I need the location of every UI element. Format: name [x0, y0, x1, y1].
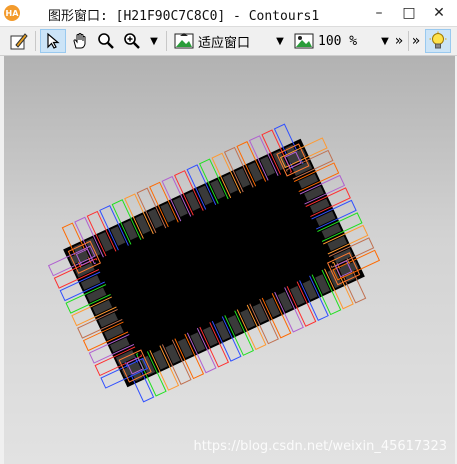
pencil-icon: [10, 33, 28, 50]
fit-window-label[interactable]: 适应窗口: [198, 29, 268, 53]
hand-icon: [73, 33, 86, 49]
pan-tool-button[interactable]: [68, 29, 92, 53]
image-zoom-icon: [294, 33, 314, 49]
zoom-percent-icon-button[interactable]: [292, 29, 316, 53]
watermark-text: https://blog.csdn.net/weixin_45617323: [193, 439, 447, 454]
maximize-button[interactable]: □: [394, 0, 424, 26]
zoom-in-icon: [124, 33, 140, 49]
edit-tool-button[interactable]: [6, 29, 32, 53]
minimize-button[interactable]: –: [364, 0, 394, 26]
fit-window-dropdown[interactable]: ▼: [272, 29, 288, 53]
toolbar-separator: [166, 31, 167, 51]
cursor-arrow-icon: [47, 32, 60, 49]
help-hint-button[interactable]: [425, 29, 451, 53]
toolbar-overflow-button[interactable]: »: [393, 29, 405, 53]
magnifier-icon: [98, 33, 114, 49]
lightbulb-icon: [429, 31, 447, 49]
app-logo-icon: HA: [4, 5, 20, 21]
image-fit-icon: [174, 33, 194, 49]
close-button[interactable]: ✕: [424, 0, 454, 26]
zoom-level-dropdown[interactable]: ▼: [378, 29, 392, 53]
contours-canvas: [47, 123, 381, 403]
toolbar-overflow-button-2[interactable]: »: [410, 29, 422, 53]
toolbar: ▼ 适应窗口 ▼ 100 % ▼ » »: [0, 27, 457, 56]
toolbar-separator: [408, 31, 409, 51]
zoom-level-value[interactable]: 100 %: [318, 29, 378, 53]
magnify-tool-button[interactable]: [94, 29, 118, 53]
component-group: [47, 123, 381, 403]
toolbar-separator: [35, 31, 36, 51]
title-bar: HA 图形窗口: [H21F90C7C8C0] - Contours1 – □ …: [0, 0, 457, 27]
image-viewport[interactable]: https://blog.csdn.net/weixin_45617323: [4, 56, 455, 464]
fit-window-icon-button[interactable]: [172, 29, 196, 53]
zoom-tool-button[interactable]: [120, 29, 144, 53]
window-title: 图形窗口: [H21F90C7C8C0] - Contours1: [48, 9, 320, 24]
pointer-tool-button[interactable]: [40, 29, 66, 53]
zoom-tool-dropdown[interactable]: ▼: [146, 29, 162, 53]
